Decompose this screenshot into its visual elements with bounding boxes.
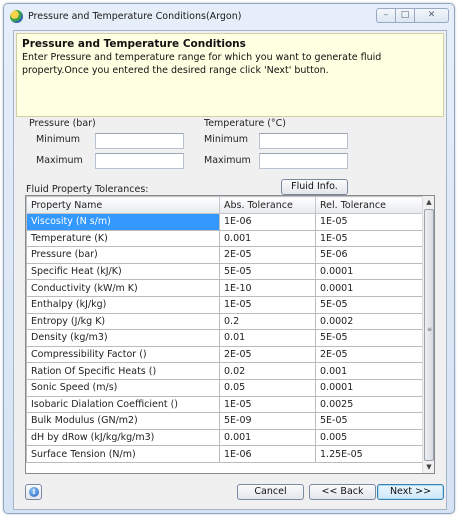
window-title: Pressure and Temperature Conditions(Argo… [28, 11, 242, 22]
cell-abs-tolerance[interactable]: 5E-09 [219, 412, 316, 430]
pressure-max-label: Maximum [36, 155, 83, 166]
scroll-thumb[interactable]: ≡ [424, 209, 434, 461]
table-row[interactable]: Ration Of Specific Heats () 0.02 0.001 [26, 362, 423, 380]
cell-abs-tolerance[interactable]: 0.02 [219, 362, 316, 380]
cell-abs-tolerance[interactable]: 1E-10 [219, 279, 316, 297]
cell-property-name[interactable]: Conductivity (kW/m K) [26, 279, 220, 297]
banner-description: Enter Pressure and temperature range for… [22, 52, 382, 76]
cell-abs-tolerance[interactable]: 0.01 [219, 329, 316, 347]
cell-property-name[interactable]: dH by dRow (kJ/kg/kg/m3) [26, 428, 220, 447]
table-row[interactable]: Entropy (J/kg K) 0.2 0.0002 [26, 312, 423, 331]
cell-property-name[interactable]: Entropy (J/kg K) [26, 312, 220, 331]
cell-abs-tolerance[interactable]: 0.2 [219, 312, 316, 331]
title-bar[interactable]: Pressure and Temperature Conditions(Argo… [4, 4, 454, 30]
cell-property-name[interactable]: Enthalpy (kJ/kg) [26, 295, 220, 314]
table-row[interactable]: Bulk Modulus (GN/m2) 5E-09 5E-05 [26, 412, 423, 430]
cell-property-name[interactable]: Pressure (bar) [26, 246, 220, 264]
table-row[interactable]: Sonic Speed (m/s) 0.05 0.0001 [26, 378, 423, 397]
tolerances-label: Fluid Property Tolerances: [26, 184, 149, 195]
table-row[interactable]: Compressibility Factor () 2E-05 2E-05 [26, 345, 423, 364]
cell-abs-tolerance[interactable]: 1E-06 [219, 213, 316, 231]
grid-vertical-scrollbar[interactable]: ▲ ≡ ▼ [422, 196, 434, 473]
tolerance-grid[interactable]: Property Name Abs. Tolerance Rel. Tolera… [25, 195, 435, 474]
next-button[interactable]: Next >> [377, 484, 444, 500]
cell-rel-tolerance[interactable]: 0.0025 [315, 395, 423, 414]
minimize-button[interactable]: – [376, 8, 396, 23]
cell-rel-tolerance[interactable]: 5E-05 [315, 295, 423, 314]
cell-rel-tolerance[interactable]: 2E-05 [315, 345, 423, 364]
table-row[interactable]: Isobaric Dialation Coefficient () 1E-05 0.… [26, 395, 423, 414]
cell-property-name[interactable]: Surface Tension (N/m) [26, 445, 220, 463]
cell-rel-tolerance[interactable]: 5E-05 [315, 412, 423, 430]
cell-abs-tolerance[interactable]: 1E-05 [219, 395, 316, 414]
cancel-button[interactable]: Cancel [237, 484, 304, 500]
cell-rel-tolerance[interactable]: 0.0001 [315, 378, 423, 397]
banner-title: Pressure and Temperature Conditions [22, 38, 246, 50]
cell-rel-tolerance[interactable]: 1E-05 [315, 229, 423, 248]
cell-rel-tolerance[interactable]: 0.0001 [315, 262, 423, 281]
scroll-up-arrow-icon[interactable]: ▲ [423, 196, 434, 208]
column-header-abs-tolerance[interactable]: Abs. Tolerance [219, 196, 316, 214]
column-header-property-name[interactable]: Property Name [26, 196, 220, 214]
close-button[interactable]: ✕ [414, 8, 449, 23]
cell-property-name[interactable]: Isobaric Dialation Coefficient () [26, 395, 220, 414]
scroll-down-arrow-icon[interactable]: ▼ [423, 461, 434, 473]
instruction-banner: Pressure and Temperature Conditions Ente… [16, 33, 444, 117]
table-row[interactable]: Viscosity (N s/m) 1E-06 1E-05 [26, 213, 423, 231]
table-row[interactable]: Conductivity (kW/m K) 1E-10 0.0001 [26, 279, 423, 297]
cell-rel-tolerance[interactable]: 1.25E-05 [315, 445, 423, 463]
cell-abs-tolerance[interactable]: 0.05 [219, 378, 316, 397]
table-row[interactable]: Density (kg/m3) 0.01 5E-05 [26, 329, 423, 347]
table-row[interactable]: Enthalpy (kJ/kg) 1E-05 5E-05 [26, 295, 423, 314]
cell-rel-tolerance[interactable]: 0.001 [315, 362, 423, 380]
dialog-window: Pressure and Temperature Conditions(Argo… [3, 3, 455, 514]
cell-abs-tolerance[interactable]: 2E-05 [219, 246, 316, 264]
scroll-grip-icon: ≡ [427, 326, 433, 333]
cell-abs-tolerance[interactable]: 1E-05 [219, 295, 316, 314]
cell-property-name[interactable]: Viscosity (N s/m) [26, 213, 220, 231]
cell-rel-tolerance[interactable]: 0.0002 [315, 312, 423, 331]
cell-rel-tolerance[interactable]: 1E-05 [315, 213, 423, 231]
temperature-min-input[interactable] [259, 133, 348, 149]
cell-abs-tolerance[interactable]: 1E-06 [219, 445, 316, 463]
table-row[interactable]: Specific Heat (kJ/K) 5E-05 0.0001 [26, 262, 423, 281]
pressure-min-label: Minimum [36, 134, 81, 145]
cell-abs-tolerance[interactable]: 5E-05 [219, 262, 316, 281]
cell-rel-tolerance[interactable]: 5E-06 [315, 246, 423, 264]
cell-abs-tolerance[interactable]: 0.001 [219, 229, 316, 248]
temperature-max-input[interactable] [259, 153, 348, 169]
maximize-button[interactable]: □ [395, 8, 415, 23]
cell-property-name[interactable]: Temperature (K) [26, 229, 220, 248]
app-icon [10, 10, 23, 23]
cell-property-name[interactable]: Density (kg/m3) [26, 329, 220, 347]
pressure-group-label: Pressure (bar) [29, 118, 96, 129]
cell-property-name[interactable]: Specific Heat (kJ/K) [26, 262, 220, 281]
back-button[interactable]: << Back [309, 484, 376, 500]
table-row[interactable]: Surface Tension (N/m) 1E-06 1.25E-05 [26, 445, 423, 463]
temperature-min-label: Minimum [204, 134, 249, 145]
info-button[interactable]: i [25, 484, 42, 500]
table-row[interactable]: Temperature (K) 0.001 1E-05 [26, 229, 423, 248]
cell-rel-tolerance[interactable]: 0.005 [315, 428, 423, 447]
table-row[interactable]: dH by dRow (kJ/kg/kg/m3) 0.001 0.005 [26, 428, 423, 447]
cell-rel-tolerance[interactable]: 0.0001 [315, 279, 423, 297]
tolerance-table: Property Name Abs. Tolerance Rel. Tolera… [26, 196, 423, 463]
cell-property-name[interactable]: Bulk Modulus (GN/m2) [26, 412, 220, 430]
cell-abs-tolerance[interactable]: 2E-05 [219, 345, 316, 364]
pressure-min-input[interactable] [95, 133, 184, 149]
pressure-max-input[interactable] [95, 153, 184, 169]
info-icon: i [29, 487, 39, 497]
column-header-rel-tolerance[interactable]: Rel. Tolerance [315, 196, 423, 214]
cell-rel-tolerance[interactable]: 5E-05 [315, 329, 423, 347]
temperature-max-label: Maximum [204, 155, 251, 166]
cell-property-name[interactable]: Ration Of Specific Heats () [26, 362, 220, 380]
temperature-group-label: Temperature (°C) [204, 118, 286, 129]
cell-property-name[interactable]: Sonic Speed (m/s) [26, 378, 220, 397]
fluid-info-button[interactable]: Fluid Info. [281, 179, 348, 195]
table-header-row: Property Name Abs. Tolerance Rel. Tolera… [26, 196, 423, 214]
cell-abs-tolerance[interactable]: 0.001 [219, 428, 316, 447]
table-row[interactable]: Pressure (bar) 2E-05 5E-06 [26, 246, 423, 264]
cell-property-name[interactable]: Compressibility Factor () [26, 345, 220, 364]
